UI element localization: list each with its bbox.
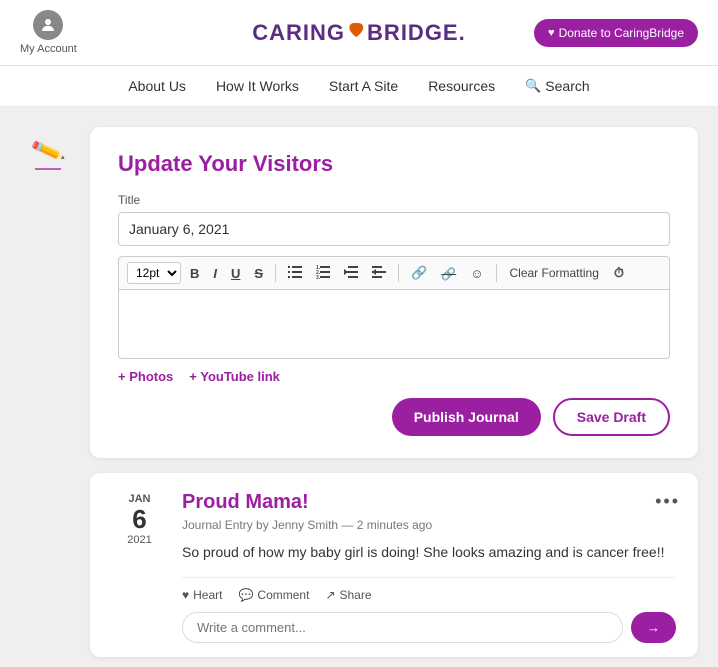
post-menu-button[interactable]: •••	[655, 491, 680, 512]
logo-text: CARING BRIDGE.	[252, 20, 465, 46]
outdent-button[interactable]	[339, 263, 363, 284]
emoji-button[interactable]: ☺	[465, 264, 488, 283]
post-title: Proud Mama!	[182, 491, 676, 514]
account-area[interactable]: My Account	[20, 10, 77, 55]
donate-button[interactable]: Donate to CaringBridge	[534, 19, 698, 47]
logo-before: CARING	[252, 20, 345, 46]
toolbar-divider-1	[275, 264, 276, 282]
toolbar-divider-2	[398, 264, 399, 282]
nav-start-a-site[interactable]: Start A Site	[329, 78, 398, 94]
editor-heading: Update Your Visitors	[118, 151, 670, 177]
logo-after: BRIDGE.	[367, 20, 466, 46]
heart-button[interactable]: ♥ Heart	[182, 588, 222, 602]
bold-button[interactable]: B	[185, 264, 204, 283]
indent-button[interactable]	[367, 263, 391, 284]
date-day: 6	[132, 505, 146, 534]
logo-heart-icon	[346, 21, 366, 44]
save-draft-button[interactable]: Save Draft	[553, 398, 670, 436]
italic-button[interactable]: I	[208, 264, 222, 283]
publish-journal-button[interactable]: Publish Journal	[392, 398, 541, 436]
post-body: So proud of how my baby girl is doing! S…	[182, 542, 676, 563]
comment-icon: 💬	[238, 588, 253, 602]
strikethrough-button[interactable]: S	[249, 264, 268, 283]
post-meta: Journal Entry by Jenny Smith — 2 minutes…	[182, 518, 676, 532]
avatar	[33, 10, 63, 40]
date-year: 2021	[127, 534, 151, 546]
share-button[interactable]: ↗ Share	[325, 588, 371, 602]
add-photos-button[interactable]: + Photos	[118, 369, 173, 384]
underline-button[interactable]: U	[226, 264, 245, 283]
title-input[interactable]	[118, 212, 670, 246]
header: My Account CARING BRIDGE. Donate to Cari…	[0, 0, 718, 66]
ordered-list-button[interactable]: 1. 2. 3.	[311, 263, 335, 284]
unlink-button[interactable]: 🔗	[436, 264, 461, 283]
comment-input[interactable]	[182, 612, 623, 643]
toolbar-divider-3	[496, 264, 497, 282]
logo: CARING BRIDGE.	[252, 20, 465, 46]
post-actions: ♥ Heart 💬 Comment ↗ Share	[182, 577, 676, 602]
rich-text-editor[interactable]	[118, 289, 670, 359]
comment-submit-button[interactable]: →	[631, 612, 676, 643]
title-label: Title	[118, 193, 670, 207]
font-size-select[interactable]: 12pt 14pt 18pt	[127, 262, 181, 284]
post-layout: JAN 6 2021 Proud Mama! Journal Entry by …	[112, 491, 676, 643]
clear-formatting-button[interactable]: Clear Formatting	[504, 264, 605, 282]
share-icon: ↗	[325, 588, 335, 602]
nav-resources[interactable]: Resources	[428, 78, 495, 94]
nav-how-it-works[interactable]: How It Works	[216, 78, 299, 94]
clock-button[interactable]: ⏱	[609, 263, 629, 283]
editor-card: Update Your Visitors Title 12pt 14pt 18p…	[90, 127, 698, 458]
content-area: Update Your Visitors Title 12pt 14pt 18p…	[90, 127, 698, 657]
comment-input-row: →	[182, 612, 676, 643]
account-label: My Account	[20, 43, 77, 55]
nav-search[interactable]: 🔍 Search	[525, 78, 590, 94]
pencil-icon: ✏️	[28, 133, 66, 170]
media-row: + Photos + YouTube link	[118, 369, 670, 384]
date-column: JAN 6 2021	[112, 491, 167, 643]
post-card: ••• JAN 6 2021 Proud Mama! Journal Entry…	[90, 473, 698, 657]
add-youtube-button[interactable]: + YouTube link	[189, 369, 280, 384]
link-button[interactable]: 🔗	[406, 263, 432, 283]
sidebar-left: ✏️	[20, 127, 75, 657]
nav-about-us[interactable]: About Us	[128, 78, 186, 94]
main-layout: ✏️ Update Your Visitors Title 12pt 14pt …	[0, 107, 718, 667]
navigation: About Us How It Works Start A Site Resou…	[0, 66, 718, 107]
unordered-list-button[interactable]	[283, 263, 307, 284]
comment-button[interactable]: 💬 Comment	[238, 588, 309, 602]
search-icon: 🔍	[525, 78, 541, 94]
heart-icon: ♥	[182, 588, 189, 602]
action-row: Publish Journal Save Draft	[118, 398, 670, 436]
editor-toolbar: 12pt 14pt 18pt B I U S	[118, 256, 670, 289]
post-content: Proud Mama! Journal Entry by Jenny Smith…	[182, 491, 676, 643]
